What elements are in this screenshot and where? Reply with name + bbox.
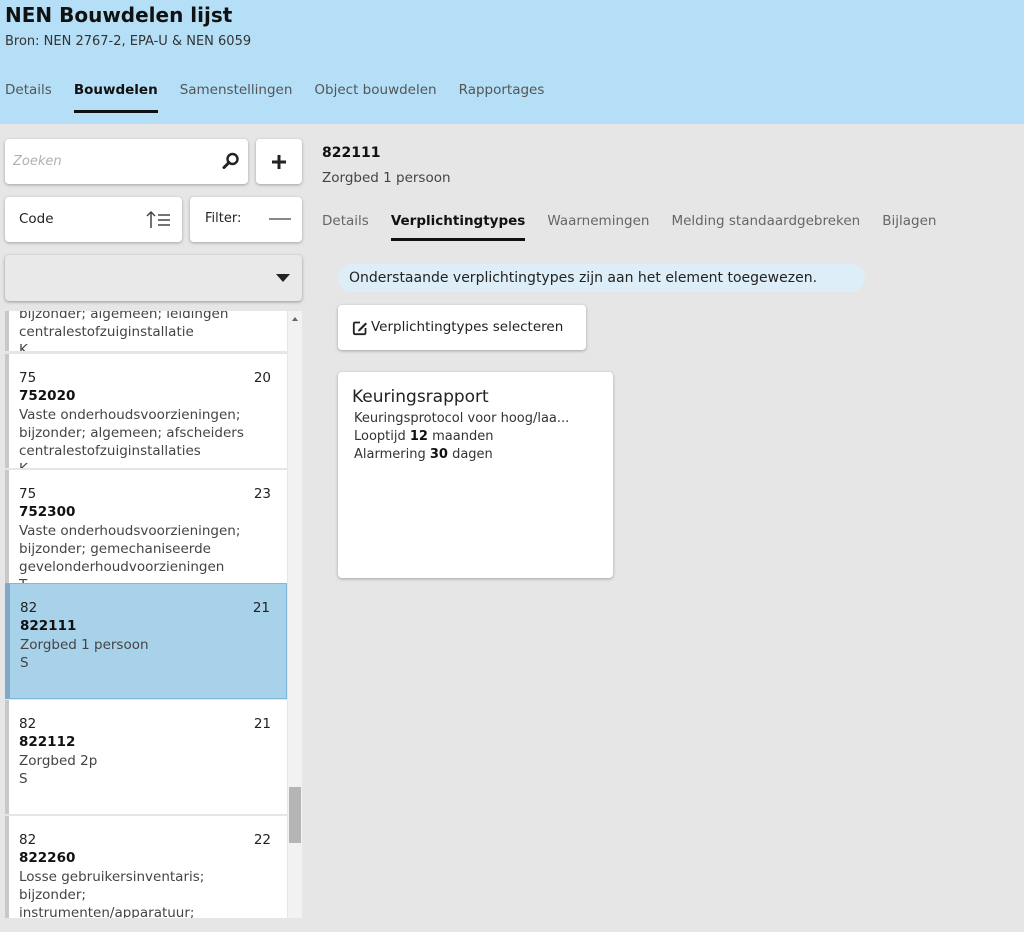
list-item-group: 82 (19, 832, 37, 848)
list-item-description: Vaste onderhoudsvoorzieningen; bijzonder… (19, 407, 244, 459)
list-item-count: 21 (253, 716, 271, 732)
list-item-selected[interactable]: 82 21 822111 Zorgbed 1 persoon S (5, 583, 287, 699)
list-item[interactable]: 82 22 822260 Losse gebruikersinventaris;… (5, 816, 287, 918)
filter-button[interactable]: Filter: (190, 197, 302, 242)
tab-object-bouwdelen[interactable]: Object bouwdelen (314, 82, 436, 113)
chevron-down-icon (276, 274, 290, 282)
edit-icon (352, 321, 367, 336)
category-dropdown[interactable] (5, 255, 302, 301)
list-item-letter: S (19, 771, 28, 787)
list-item-code: 752300 (19, 504, 76, 520)
sort-button[interactable]: Code (5, 197, 182, 242)
sort-label: Code (19, 211, 54, 227)
obligation-alert: Alarmering 30 dagen (354, 447, 493, 462)
obligation-description: Keuringsprotocol voor hoog/laa... (354, 411, 570, 426)
filter-empty-indicator (269, 218, 291, 220)
add-button[interactable] (256, 139, 302, 184)
bouwdelen-list[interactable]: bijzonder; algemeen; leidingen centrales… (5, 311, 302, 918)
search-box (5, 139, 248, 184)
scroll-up-arrow-icon[interactable] (292, 317, 298, 321)
list-item-group: 75 (19, 486, 37, 502)
tab-rapportages[interactable]: Rapportages (459, 82, 545, 113)
list-item-letter: S (20, 655, 29, 671)
list-item-code: 822260 (19, 850, 76, 866)
detail-code: 822111 (322, 145, 381, 161)
detail-tab-details[interactable]: Details (322, 213, 369, 241)
list-item-code: 822112 (19, 734, 76, 750)
plus-icon (272, 154, 286, 169)
list-item-group: 82 (19, 716, 37, 732)
list-item-description: Vaste onderhoudsvoorzieningen; bijzonder… (19, 523, 241, 575)
app-header: NEN Bouwdelen lijst Bron: NEN 2767-2, EP… (0, 0, 1024, 124)
search-icon[interactable] (221, 151, 241, 171)
select-obligation-types-button[interactable]: Verplichtingtypes selecteren (338, 305, 586, 350)
list-item[interactable]: 75 23 752300 Vaste onderhoudsvoorziening… (5, 470, 287, 584)
detail-tab-verplichtingtypes[interactable]: Verplichtingtypes (390, 213, 525, 241)
scrollbar-thumb[interactable] (289, 787, 301, 843)
tab-details[interactable]: Details (5, 82, 52, 113)
list-item[interactable]: bijzonder; algemeen; leidingen centrales… (5, 311, 287, 351)
detail-tab-bijlagen[interactable]: Bijlagen (882, 213, 936, 241)
detail-tab-waarnemingen[interactable]: Waarnemingen (547, 213, 649, 241)
list-item-description: bijzonder; algemeen; leidingen (19, 311, 229, 322)
list-item-code: 822111 (20, 618, 77, 634)
list-item-count: 22 (253, 832, 271, 848)
obligation-type-card[interactable]: Keuringsrapport Keuringsprotocol voor ho… (338, 372, 613, 578)
detail-tab-melding-standaardgebreken[interactable]: Melding standaardgebreken (671, 213, 860, 241)
list-item-description: Zorgbed 2p (19, 753, 98, 769)
select-button-label: Verplichtingtypes selecteren (371, 319, 564, 335)
list-item-code: 752020 (19, 388, 76, 404)
list-item-count: 20 (253, 370, 271, 386)
obligation-title: Keuringsrapport (352, 387, 489, 407)
app-title: NEN Bouwdelen lijst (5, 3, 233, 27)
list-item-letter: K (19, 342, 28, 351)
list-item-group: 75 (19, 370, 37, 386)
list-item-description: Zorgbed 1 persoon (20, 637, 149, 653)
search-input[interactable] (13, 151, 208, 171)
list-item[interactable]: 75 20 752020 Vaste onderhoudsvoorziening… (5, 354, 287, 468)
list-item-count: 21 (252, 600, 270, 616)
list-item-description: centralestofzuiginstallatie (19, 324, 194, 340)
app-source-subtitle: Bron: NEN 2767-2, EPA-U & NEN 6059 (5, 34, 252, 49)
list-item[interactable]: 82 21 822112 Zorgbed 2p S (5, 700, 287, 814)
filter-label: Filter: (205, 211, 242, 226)
detail-name: Zorgbed 1 persoon (322, 170, 451, 186)
detail-tab-bar: Details Verplichtingtypes Waarnemingen M… (322, 213, 958, 241)
list-item-group: 82 (20, 600, 38, 616)
list-item-description: Losse gebruikersinventaris; bijzonder; i… (19, 869, 205, 918)
obligation-duration: Looptijd 12 maanden (354, 429, 494, 444)
info-banner: Onderstaande verplichtingtypes zijn aan … (338, 264, 865, 292)
tab-bouwdelen[interactable]: Bouwdelen (73, 82, 158, 113)
list-item-count: 23 (253, 486, 271, 502)
list-item-letter: K (19, 460, 264, 468)
main-tab-bar: Details Bouwdelen Samenstellingen Object… (5, 82, 566, 113)
sort-ascending-icon (146, 210, 170, 228)
tab-samenstellingen[interactable]: Samenstellingen (180, 82, 293, 113)
